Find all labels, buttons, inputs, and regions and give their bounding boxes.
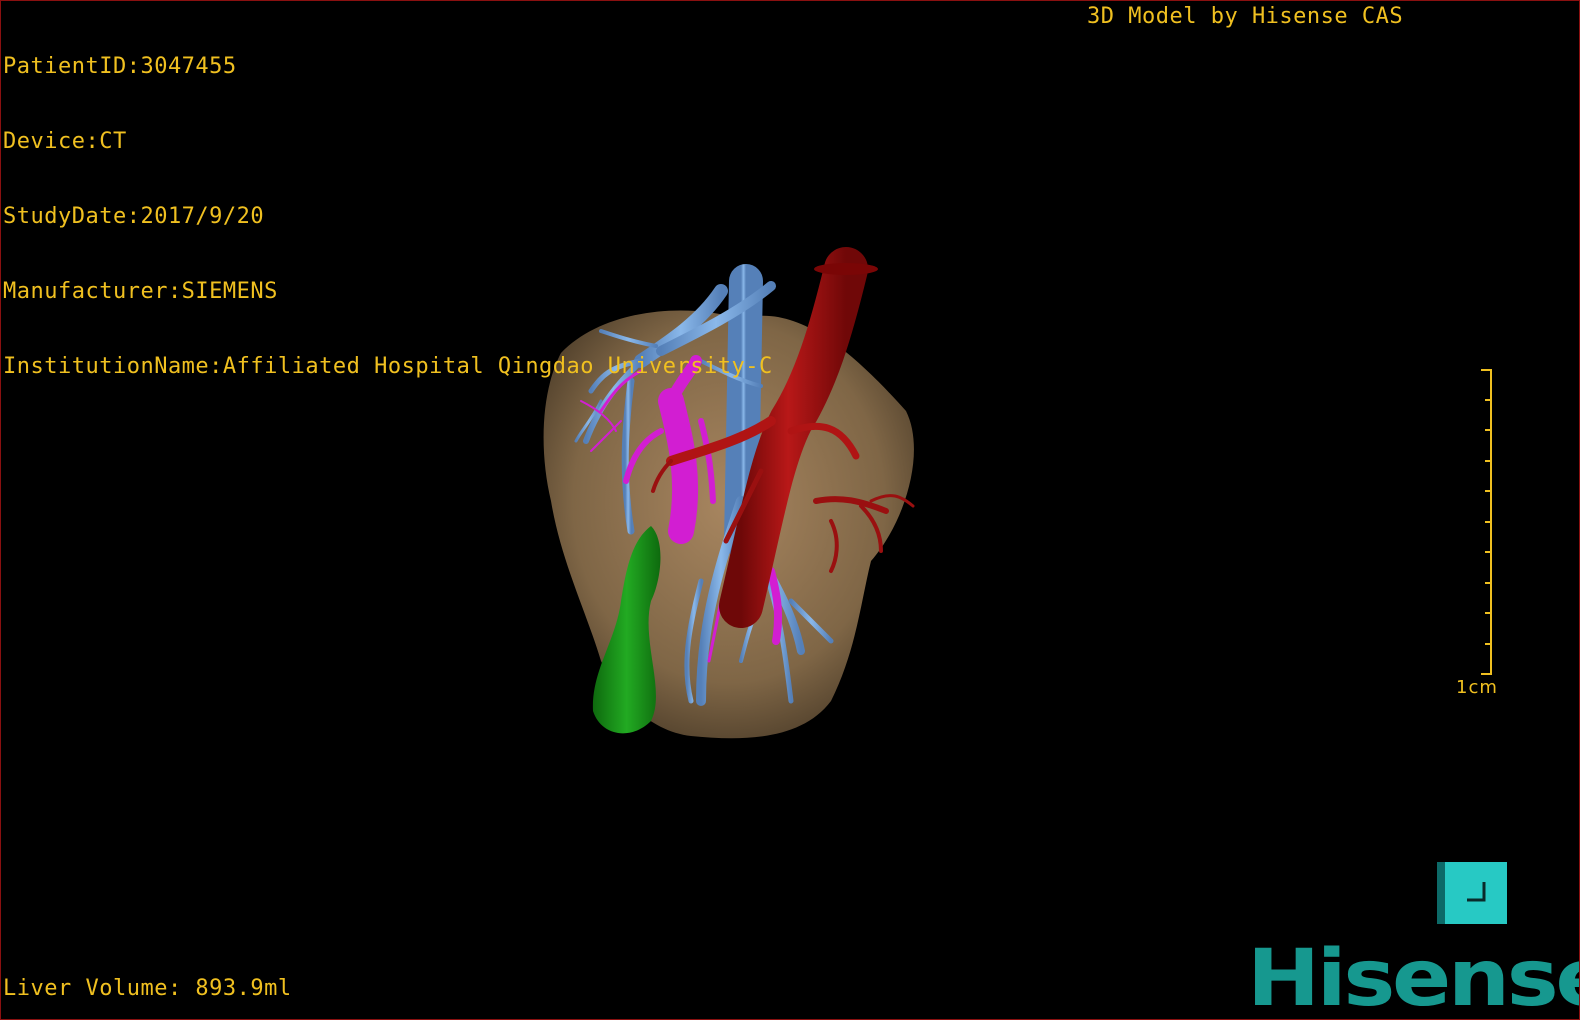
model-credit: 3D Model by Hisense CAS: [1087, 4, 1404, 29]
liver-volume: Liver Volume: 893.9ml: [3, 976, 292, 1001]
view-reset-button[interactable]: [1445, 862, 1507, 924]
patient-id: PatientID:3047455: [3, 54, 237, 79]
institution-name: InstitutionName:Affiliated Hospital Qing…: [3, 354, 773, 379]
3d-viewport[interactable]: PatientID:3047455 Device:CT StudyDate:20…: [0, 0, 1580, 1020]
device: Device:CT: [3, 129, 127, 154]
patient-info-panel: PatientID:3047455 Device:CT StudyDate:20…: [3, 4, 773, 429]
study-date: StudyDate:2017/9/20: [3, 204, 265, 229]
manufacturer: Manufacturer:SIEMENS: [3, 279, 278, 304]
scale-label: 1cm: [1456, 677, 1498, 698]
corner-view-icon: [1467, 882, 1486, 902]
hisense-logo: Hisense: [1247, 934, 1580, 1020]
scale-bar: [1481, 369, 1492, 675]
